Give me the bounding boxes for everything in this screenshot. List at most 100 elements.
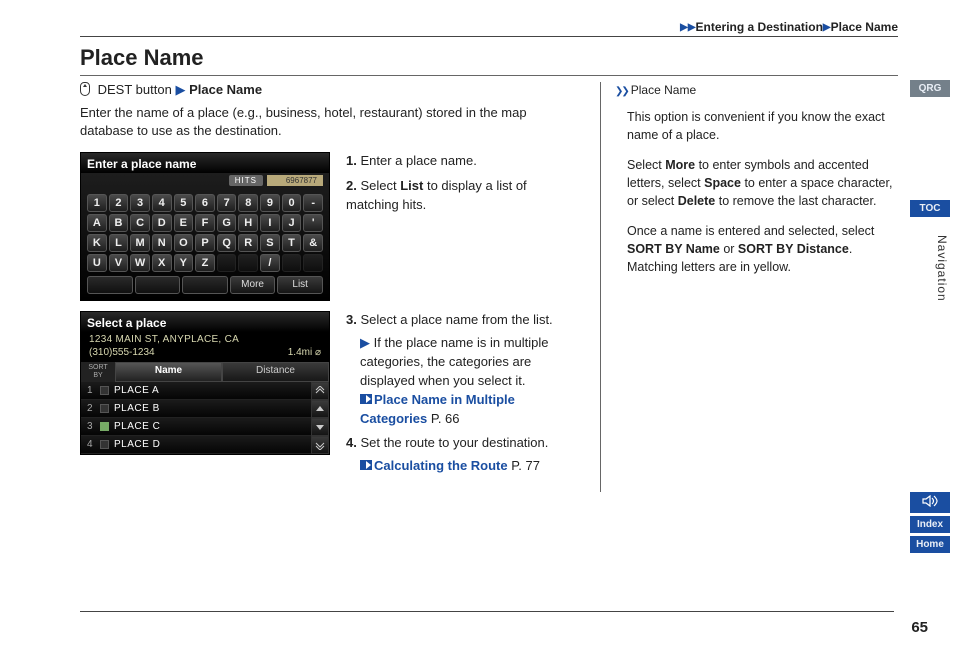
key-s[interactable]: S [260, 234, 280, 252]
key-5[interactable]: 5 [174, 194, 194, 212]
xref-icon [360, 394, 372, 404]
list-item[interactable]: 4 PLACE D [81, 436, 311, 454]
breadcrumb-b: Place Name [831, 20, 898, 34]
key-blank[interactable] [303, 254, 323, 272]
key-w[interactable]: W [130, 254, 150, 272]
list-item-label: PLACE C [114, 421, 160, 432]
key-b[interactable]: B [109, 214, 129, 232]
sort-by-label: SORT BY [81, 362, 115, 382]
breadcrumb-a: Entering a Destination [696, 20, 823, 34]
list-item-label: PLACE D [114, 439, 160, 450]
screen1-title: Enter a place name [81, 153, 329, 173]
key-j[interactable]: J [282, 214, 302, 232]
key-blank[interactable] [217, 254, 237, 272]
key-d[interactable]: D [152, 214, 172, 232]
phone-number: (310)555-1234 [89, 347, 155, 358]
chevron-right-icon: ▶▶ [680, 22, 695, 33]
key-0[interactable]: 0 [282, 194, 302, 212]
key-4[interactable]: 4 [152, 194, 172, 212]
key-&[interactable]: & [303, 234, 323, 252]
key-k[interactable]: K [87, 234, 107, 252]
section-label: Navigation [935, 235, 949, 302]
more-button[interactable]: More [230, 276, 276, 294]
step-4: 4. Set the route to your destination. Ca… [346, 434, 580, 476]
key-y[interactable]: Y [174, 254, 194, 272]
list-item[interactable]: 3 PLACE C [81, 418, 311, 436]
key-q[interactable]: Q [217, 234, 237, 252]
key-g[interactable]: G [217, 214, 237, 232]
key-h[interactable]: H [238, 214, 258, 232]
key-i[interactable]: I [260, 214, 280, 232]
key-'[interactable]: ' [303, 214, 323, 232]
key-n[interactable]: N [152, 234, 172, 252]
list-button[interactable]: List [277, 276, 323, 294]
key-m[interactable]: M [130, 234, 150, 252]
voice-icon [922, 495, 938, 507]
list-flag-icon [100, 404, 109, 413]
key-9[interactable]: 9 [260, 194, 280, 212]
tab-voice[interactable] [910, 492, 950, 513]
key--[interactable]: - [303, 194, 323, 212]
key-a[interactable]: A [87, 214, 107, 232]
list-item[interactable]: 2PLACE B [81, 400, 311, 418]
list-index: 1 [87, 385, 95, 396]
list-index: 4 [87, 439, 95, 450]
key-c[interactable]: C [130, 214, 150, 232]
intro-description: Enter the name of a place (e.g., busines… [80, 104, 580, 140]
key-o[interactable]: O [174, 234, 194, 252]
sidebar-para-3: Once a name is entered and selected, sel… [615, 222, 898, 276]
key-2[interactable]: 2 [109, 194, 129, 212]
key-3[interactable]: 3 [130, 194, 150, 212]
key-x[interactable]: X [152, 254, 172, 272]
key-blank[interactable] [135, 276, 181, 294]
key-t[interactable]: T [282, 234, 302, 252]
tab-home[interactable]: Home [910, 536, 950, 553]
key-blank[interactable] [282, 254, 302, 272]
compass-icon: ⌀ [315, 347, 321, 358]
dest-button-label: DEST button [98, 82, 172, 97]
xref-calculating-route[interactable]: Calculating the Route P. 77 [360, 457, 580, 476]
key-8[interactable]: 8 [238, 194, 258, 212]
scroll-bottom-icon[interactable] [311, 436, 329, 454]
key-r[interactable]: R [238, 234, 258, 252]
page-title: Place Name [80, 45, 898, 71]
sidebar-para-2: Select More to enter symbols and accente… [615, 156, 898, 210]
key-blank[interactable] [87, 276, 133, 294]
key-l[interactable]: L [109, 234, 129, 252]
key-f[interactable]: F [195, 214, 215, 232]
key-p[interactable]: P [195, 234, 215, 252]
scroll-up-icon[interactable] [311, 400, 329, 418]
step-2: 2. Select List to display a list of matc… [346, 177, 580, 215]
screen2-title: Select a place [81, 312, 329, 332]
tab-toc[interactable]: TOC [910, 200, 950, 217]
hits-value: 6967877 [267, 175, 323, 186]
chevron-right-icon: ▶ [823, 22, 831, 33]
key-6[interactable]: 6 [195, 194, 215, 212]
tab-name[interactable]: Name [115, 362, 222, 382]
place-list-screen: Select a place 1234 MAIN ST, ANYPLACE, C… [80, 311, 330, 455]
tab-distance[interactable]: Distance [222, 362, 329, 382]
key-v[interactable]: V [109, 254, 129, 272]
key-blank[interactable] [238, 254, 258, 272]
scroll-top-icon[interactable] [311, 382, 329, 400]
key-/[interactable]: / [260, 254, 280, 272]
list-index: 2 [87, 403, 95, 414]
keyboard-screen: Enter a place name HITS 6967877 12345678… [80, 152, 330, 301]
key-blank[interactable] [182, 276, 228, 294]
step-1: 1. Enter a place name. [346, 152, 580, 171]
scroll-down-icon[interactable] [311, 418, 329, 436]
key-7[interactable]: 7 [217, 194, 237, 212]
double-chevron-icon: ❯❯ [615, 86, 628, 97]
list-flag-icon [100, 386, 109, 395]
hits-label: HITS [229, 175, 263, 186]
key-z[interactable]: Z [195, 254, 215, 272]
list-item[interactable]: 1PLACE A [81, 382, 311, 400]
xref-multiple-categories[interactable]: Place Name in Multiple Categories P. 66 [360, 391, 580, 429]
tab-qrg[interactable]: QRG [910, 80, 950, 97]
key-u[interactable]: U [87, 254, 107, 272]
key-1[interactable]: 1 [87, 194, 107, 212]
tab-index[interactable]: Index [910, 516, 950, 533]
breadcrumb: ▶▶Entering a Destination▶Place Name [80, 20, 898, 34]
list-index: 3 [87, 421, 95, 432]
key-e[interactable]: E [174, 214, 194, 232]
